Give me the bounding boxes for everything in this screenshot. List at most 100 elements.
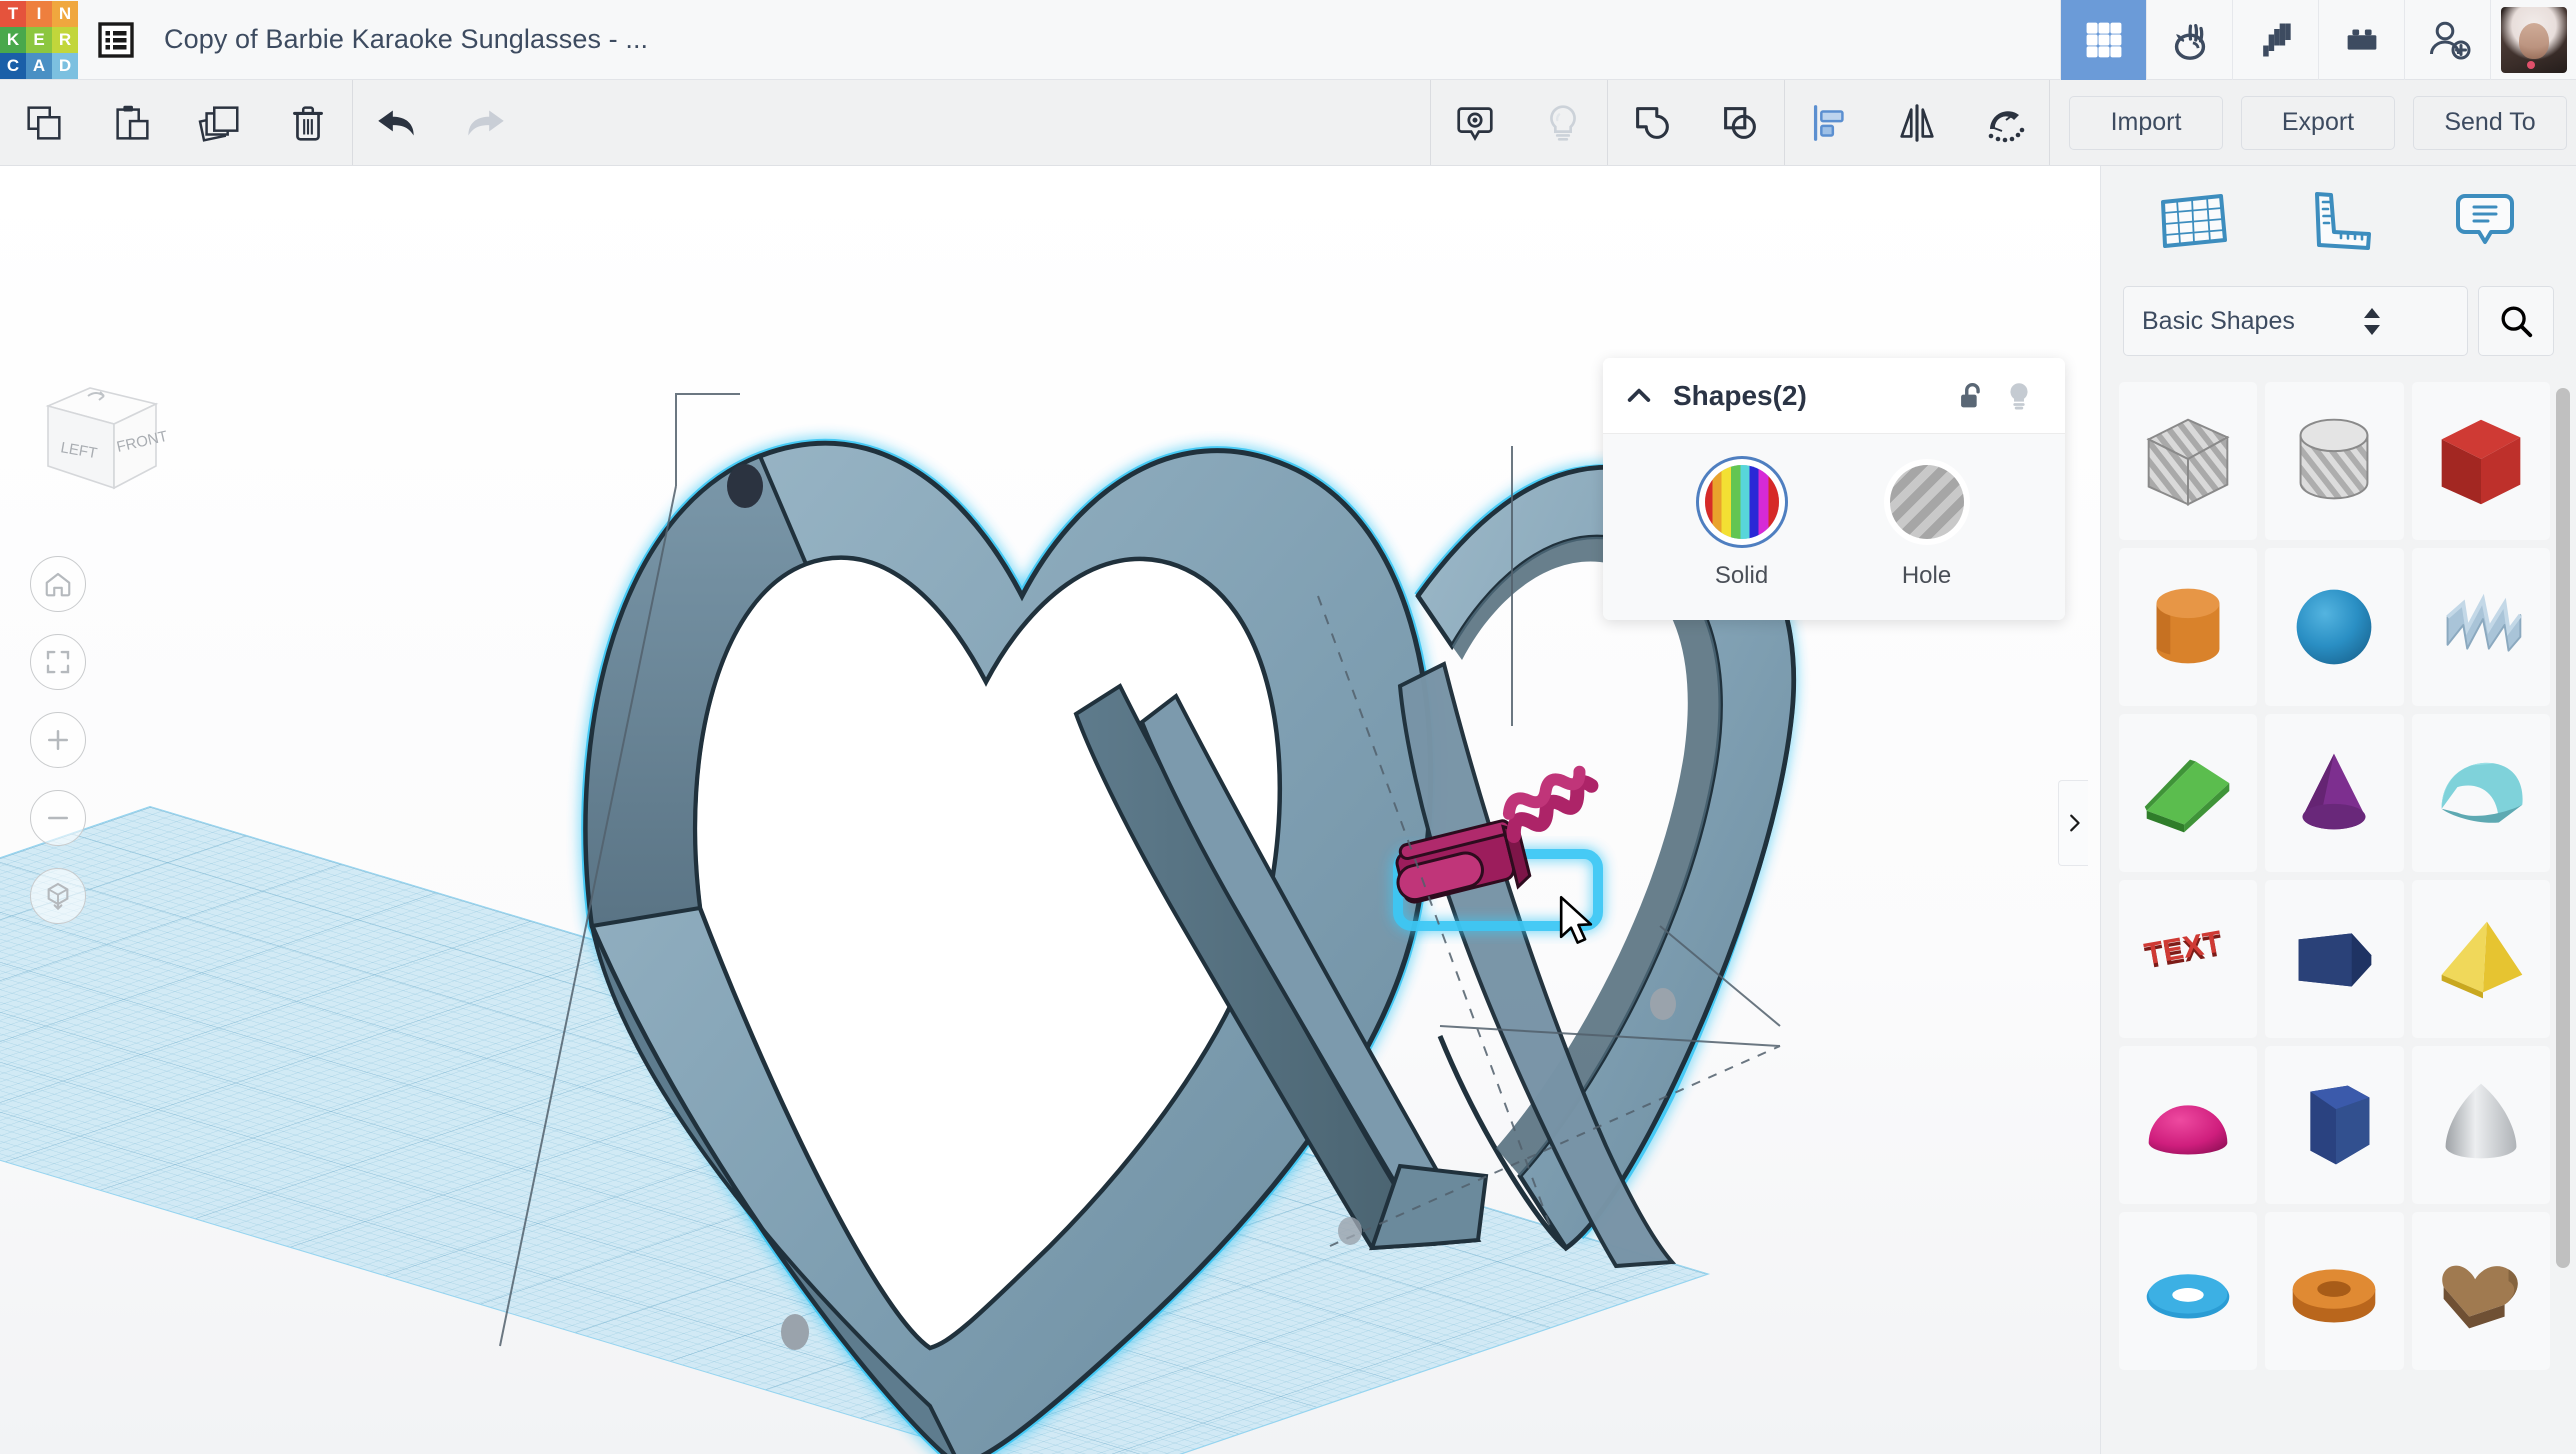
shape-category-select[interactable]: Basic Shapes [2123, 286, 2468, 356]
svg-text:TEXT: TEXT [2142, 924, 2225, 971]
torus-thumbnail [2146, 1274, 2230, 1319]
fit-view-button[interactable] [30, 634, 86, 690]
model-handle-right[interactable] [1650, 988, 1676, 1020]
copy-icon [27, 105, 61, 140]
designs-list-button[interactable] [78, 0, 154, 80]
model-handle-top[interactable] [727, 464, 763, 508]
user-avatar-button[interactable] [2490, 0, 2576, 80]
lego-brick-icon [2347, 28, 2376, 50]
mirror-icon [1900, 103, 1934, 142]
undo-button[interactable] [353, 80, 441, 165]
export-button[interactable]: Export [2241, 95, 2395, 150]
shape-text[interactable]: TEXT TEXT [2119, 880, 2258, 1038]
mirror-button[interactable] [1873, 80, 1961, 165]
tab-workplane[interactable] [2137, 177, 2247, 267]
chevron-right-icon [2069, 814, 2080, 832]
redo-button[interactable] [441, 80, 529, 165]
hex-prism-thumbnail [2310, 1085, 2370, 1165]
group-tool-group [1608, 80, 1785, 165]
header-icon-minecraft[interactable] [2232, 0, 2318, 80]
box-hole-thumbnail [2146, 418, 2230, 506]
shape-polygon[interactable] [2265, 880, 2404, 1038]
logo-letter-d: D [52, 52, 78, 79]
model-handle-arm[interactable] [1338, 1217, 1362, 1245]
shape-cone[interactable] [2265, 714, 2404, 872]
delete-button[interactable] [264, 80, 352, 165]
history-tool-group [353, 80, 529, 165]
logo-letter-c: C [0, 52, 26, 79]
logo-letter-k: K [0, 26, 26, 53]
scrollbar-thumb[interactable] [2556, 388, 2570, 1268]
search-icon [2501, 306, 2533, 338]
shape-roof[interactable] [2119, 714, 2258, 872]
solid-mode-option[interactable]: Solid [1704, 464, 1779, 590]
hole-mode-option[interactable]: Hole [1889, 464, 1964, 590]
shape-library-grid: TEXT TEXT [2101, 374, 2576, 1454]
logo-letter-e: E [26, 26, 52, 53]
align-icon [1813, 104, 1844, 141]
shape-box-hole[interactable] [2119, 382, 2258, 540]
snap-magnet-button[interactable] [1961, 80, 2049, 165]
undo-icon [378, 110, 414, 135]
tab-ruler[interactable] [2283, 177, 2393, 267]
shape-round-roof[interactable] [2411, 714, 2550, 872]
send-to-button[interactable]: Send To [2413, 95, 2567, 150]
shapes-collapse-button[interactable] [1617, 374, 1661, 418]
library-search-row: Basic Shapes [2101, 278, 2576, 364]
fit-frame-icon [46, 650, 70, 674]
shape-paraboloid[interactable] [2411, 1046, 2550, 1204]
shape-pyramid[interactable] [2411, 880, 2550, 1038]
header-icon-bricks[interactable] [2318, 0, 2404, 80]
shape-scribble[interactable] [2411, 548, 2550, 706]
hole-swatch [1889, 464, 1964, 539]
paste-button[interactable] [88, 80, 176, 165]
shape-heart[interactable] [2411, 1212, 2550, 1370]
tab-note[interactable] [2430, 177, 2540, 267]
shapes-panel-header: Shapes(2) [1603, 358, 2065, 434]
hint-button[interactable] [1519, 80, 1607, 165]
shape-tube[interactable] [2265, 1212, 2404, 1370]
shapes-panel-title: Shapes(2) [1673, 379, 1807, 411]
shape-torus[interactable] [2119, 1212, 2258, 1370]
chevron-up-icon [1627, 388, 1651, 402]
pyramid-thumbnail [2441, 921, 2523, 999]
group-button[interactable] [1608, 80, 1696, 165]
arrange-tool-group [1785, 80, 2049, 165]
lock-toggle-button[interactable] [1947, 372, 1995, 420]
shape-half-sphere[interactable] [2119, 1046, 2258, 1204]
shape-cylinder-hole[interactable] [2265, 382, 2404, 540]
model-handle-bottom[interactable] [781, 1314, 809, 1350]
header-icon-codeblocks[interactable] [2146, 0, 2232, 80]
3d-viewport[interactable]: LEFT FRONT Shapes(2) Solid Hole [0, 166, 2100, 1454]
shape-list-scrollbar[interactable] [2556, 388, 2570, 1408]
add-person-icon [2429, 21, 2470, 59]
view-cube[interactable]: LEFT FRONT [28, 366, 178, 506]
copy-button[interactable] [0, 80, 88, 165]
tinkercad-logo[interactable]: T I N K E R C A D [0, 0, 78, 79]
paraboloid-thumbnail [2445, 1083, 2517, 1159]
align-button[interactable] [1785, 80, 1873, 165]
header-icon-invite[interactable] [2404, 0, 2490, 80]
shape-box[interactable] [2411, 382, 2550, 540]
projection-toggle-button[interactable] [30, 868, 86, 924]
codeblocks-icon [2174, 23, 2205, 60]
shape-hex-prism[interactable] [2265, 1046, 2404, 1204]
shape-sphere[interactable] [2265, 548, 2404, 706]
ungroup-button[interactable] [1696, 80, 1784, 165]
document-title[interactable]: Copy of Barbie Karaoke Sunglasses - ... [164, 24, 648, 55]
note-button[interactable] [1431, 80, 1519, 165]
zoom-out-button[interactable] [30, 790, 86, 846]
shape-cylinder[interactable] [2119, 548, 2258, 706]
tinkercad-3d-editor: T I N K E R C A D Copy of Barbie Karaoke… [0, 0, 2576, 1454]
panel-collapse-handle[interactable] [2058, 780, 2088, 866]
home-view-button[interactable] [30, 556, 86, 612]
shape-category-value: Basic Shapes [2142, 306, 2295, 335]
header-icon-designs[interactable] [2060, 0, 2146, 80]
search-button[interactable] [2478, 286, 2554, 356]
duplicate-button[interactable] [176, 80, 264, 165]
import-button[interactable]: Import [2069, 95, 2223, 150]
zoom-in-button[interactable] [30, 712, 86, 768]
shapes-hint-button[interactable] [1995, 372, 2043, 420]
lightbulb-icon [2010, 382, 2028, 409]
